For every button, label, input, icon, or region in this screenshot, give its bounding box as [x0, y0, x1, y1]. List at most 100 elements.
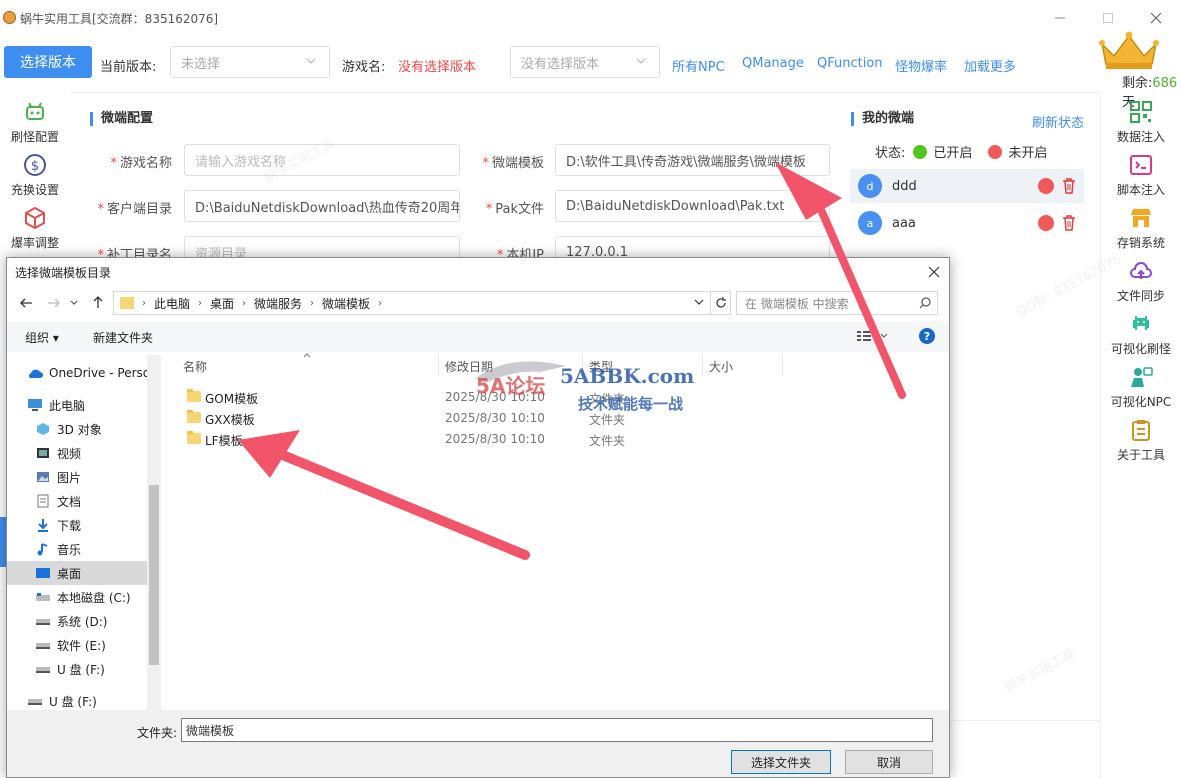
breadcrumb-item[interactable]: 微端模板	[322, 295, 370, 312]
snail-app-icon	[3, 11, 16, 24]
column-divider[interactable]	[702, 354, 703, 376]
sidebar-item-drop-rate[interactable]: 爆率调整	[0, 202, 70, 256]
column-divider[interactable]	[438, 354, 439, 376]
close-icon[interactable]	[923, 262, 945, 282]
download-icon	[35, 518, 51, 532]
tree-item-desktop[interactable]: 桌面	[7, 561, 147, 585]
chevron-down-icon[interactable]	[694, 297, 704, 307]
breadcrumb-item[interactable]: 桌面	[210, 295, 234, 312]
micro-list-item[interactable]: d ddd	[850, 169, 1084, 203]
chevron-down-icon	[635, 55, 647, 67]
forward-arrow-icon[interactable]	[47, 296, 61, 310]
sidebar-item-visual-npc[interactable]: 可视化NPC	[1101, 361, 1181, 413]
tree-item-this-pc[interactable]: 此电脑	[27, 393, 167, 417]
minimize-icon[interactable]	[1040, 4, 1080, 32]
this-pc-icon	[27, 398, 43, 412]
sidebar-item-visual-monster[interactable]: 可视化刷怪	[1101, 308, 1181, 360]
current-version-select[interactable]: 未选择	[170, 46, 330, 78]
sidebar-item-monster-config[interactable]: 刷怪配置	[0, 96, 70, 150]
main-toolbar: 选择版本 当前版本: 未选择 游戏名: 没有选择版本 没有选择版本 所有NPC …	[0, 40, 1100, 90]
game-name-value: 没有选择版本	[398, 60, 477, 75]
link-all-npc[interactable]: 所有NPC	[672, 56, 725, 75]
micro-template-input[interactable]: D:\软件工具\传奇游戏\微端服务\微端模板	[555, 144, 830, 176]
avatar: d	[858, 174, 882, 198]
file-name: GXX模板	[205, 413, 255, 427]
game-name-field-label: * 游戏名称	[110, 156, 172, 171]
sidebar-item-data-inject[interactable]: 数据注入	[1101, 96, 1181, 148]
link-qmanage[interactable]: QManage	[742, 56, 804, 71]
file-type: 文件夹	[589, 434, 626, 448]
organize-menu[interactable]: 组织 ▾	[25, 329, 59, 346]
link-monster-drop-rate[interactable]: 怪物爆率	[895, 56, 947, 75]
link-load-more[interactable]: 加载更多	[964, 56, 1016, 75]
current-version-value: 未选择	[181, 56, 221, 72]
refresh-status-link[interactable]: 刷新状态	[1032, 112, 1084, 131]
navigation-tree: OneDrive - Perso 此电脑 3D 对象 视频 图片 文档 下载 音…	[7, 355, 159, 710]
file-row[interactable]: LF模板 2025/8/30 10:10 文件夹	[183, 429, 743, 451]
current-version-label: 当前版本:	[100, 60, 157, 75]
tree-scrollbar[interactable]	[147, 355, 161, 710]
breadcrumb-item[interactable]: 微端服务	[254, 295, 302, 312]
qr-code-icon	[1129, 100, 1153, 124]
my-micro-title: 我的微端	[851, 112, 914, 126]
status-label: 状态:	[875, 146, 906, 161]
folder-name-input[interactable]: 微端模板	[181, 718, 933, 742]
pak-file-input[interactable]: D:\BaiduNetdiskDownload\Pak.txt	[555, 190, 830, 222]
dialog-search-input[interactable]: 在 微端模板 中搜索	[736, 291, 938, 315]
usb-drive-icon	[35, 662, 51, 676]
new-folder-button[interactable]: 新建文件夹	[93, 329, 153, 346]
sidebar-item-label: 可视化刷怪	[1110, 342, 1171, 356]
select-folder-button[interactable]: 选择文件夹	[731, 750, 831, 774]
search-icon	[919, 297, 931, 309]
close-icon[interactable]	[1136, 4, 1176, 32]
file-date: 2025/8/30 10:10	[445, 432, 545, 446]
column-header-size[interactable]: 大小	[709, 358, 733, 375]
select-version-button[interactable]: 选择版本	[4, 46, 92, 78]
config-section-title: 微端配置	[90, 112, 153, 126]
status-on-label: 已开启	[933, 146, 973, 161]
sidebar-item-recharge[interactable]: $ 充换设置	[0, 149, 70, 203]
trash-icon[interactable]	[1062, 178, 1076, 194]
usb-drive-icon	[27, 694, 43, 708]
address-bar[interactable]: › 此电脑 › 桌面 › 微端服务 › 微端模板 ›	[113, 291, 711, 315]
column-header-name[interactable]: 名称	[183, 358, 207, 375]
trash-icon[interactable]	[1062, 215, 1076, 231]
sidebar-item-label: 充换设置	[10, 183, 59, 197]
help-icon[interactable]: ?	[919, 328, 935, 344]
maximize-icon[interactable]	[1088, 4, 1128, 32]
back-arrow-icon[interactable]	[19, 296, 33, 310]
folder-field-label: 文件夹:	[137, 726, 178, 740]
drive-icon	[35, 590, 51, 604]
sidebar-item-script-inject[interactable]: 脚本注入	[1101, 149, 1181, 201]
cancel-button[interactable]: 取消	[845, 750, 933, 774]
column-divider[interactable]	[782, 354, 783, 376]
scrollbar-thumb[interactable]	[149, 485, 159, 665]
client-dir-input[interactable]: D:\BaiduNetdiskDownload\热血传奇20周年	[184, 190, 460, 222]
sidebar-item-label: 爆率调整	[10, 236, 59, 250]
view-options-icon[interactable]	[857, 329, 887, 343]
sidebar-item-store-system[interactable]: 存销系统	[1101, 202, 1181, 254]
version-select[interactable]: 没有选择版本	[510, 46, 660, 78]
micro-list-item[interactable]: a aaa	[850, 206, 1084, 240]
music-icon	[35, 542, 51, 556]
game-name-label: 游戏名:	[342, 60, 386, 75]
breadcrumb-item[interactable]: 此电脑	[154, 295, 190, 312]
link-qfunction[interactable]: QFunction	[817, 56, 883, 71]
recent-dropdown-icon[interactable]	[69, 298, 79, 308]
terminal-icon	[1129, 153, 1153, 177]
clipboard-icon	[1129, 418, 1153, 442]
dollar-coin-icon: $	[23, 153, 47, 177]
video-icon	[35, 446, 51, 460]
sidebar-item-about[interactable]: 关于工具	[1101, 414, 1181, 466]
tree-item-onedrive[interactable]: OneDrive - Perso	[27, 361, 167, 385]
chevron-down-icon	[305, 55, 317, 67]
up-arrow-icon[interactable]	[91, 295, 105, 309]
refresh-icon[interactable]	[711, 291, 731, 315]
search-placeholder: 在 微端模板 中搜索	[745, 296, 849, 311]
title-bar: 蜗牛实用工具[交流群：835162076]	[0, 0, 1181, 38]
version-select-value: 没有选择版本	[521, 56, 600, 72]
status-off-dot	[1038, 215, 1054, 231]
pictures-icon	[35, 470, 51, 484]
file-name: GOM模板	[205, 392, 259, 406]
window-title: 蜗牛实用工具[交流群：835162076]	[20, 12, 219, 26]
